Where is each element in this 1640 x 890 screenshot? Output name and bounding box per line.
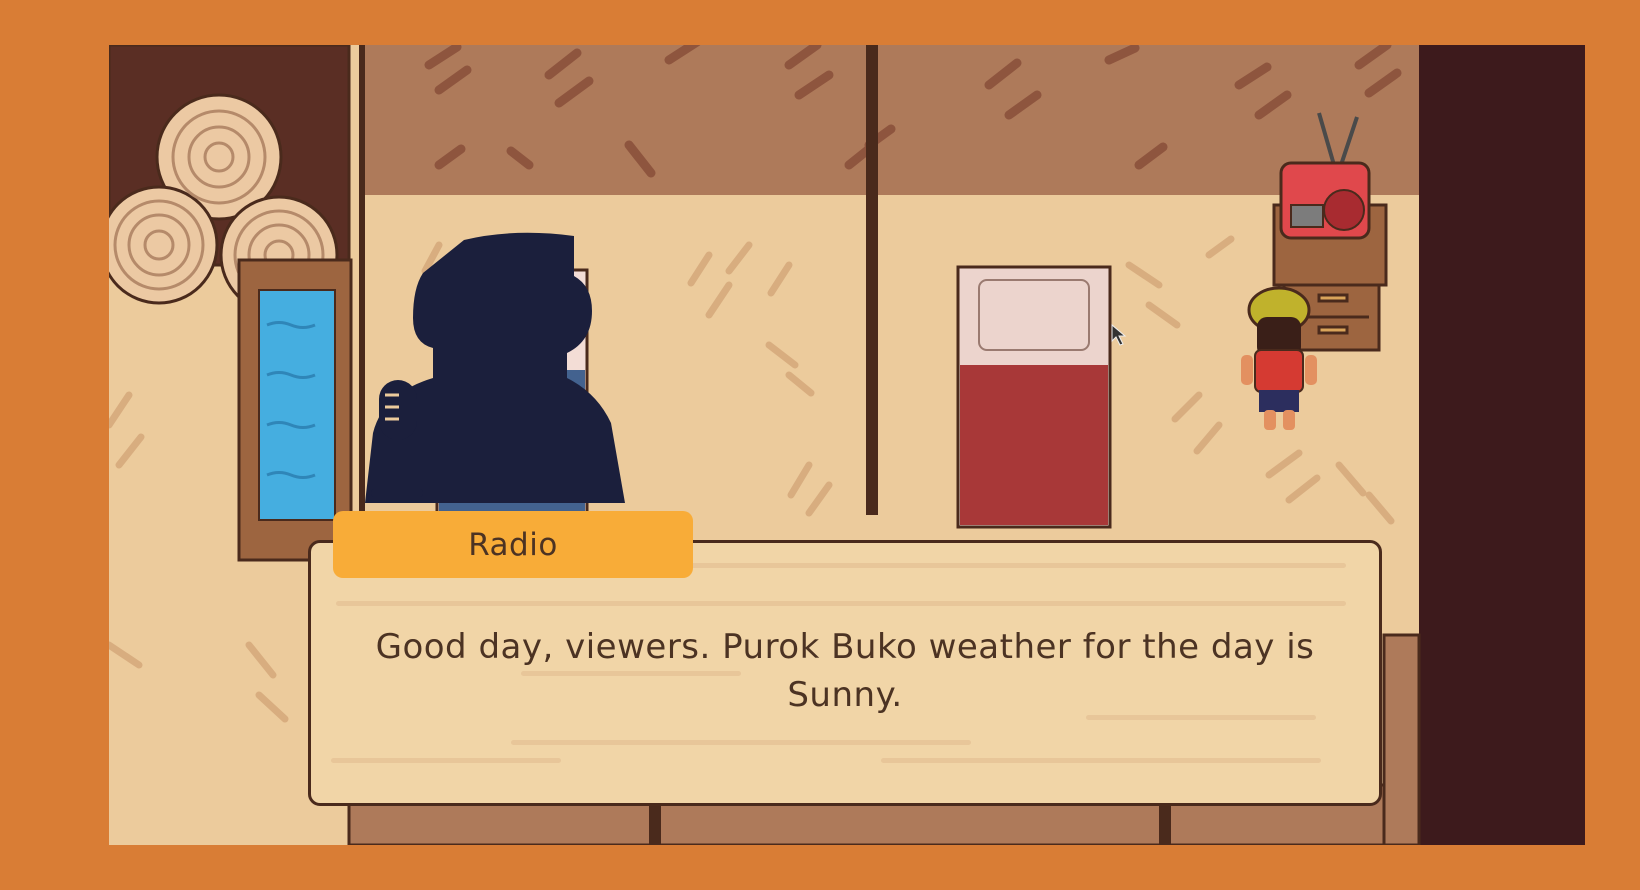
- left-wall-edge: [359, 45, 365, 515]
- game-viewport[interactable]: Good day, viewers. Purok Buko weather fo…: [109, 45, 1585, 845]
- speaker-name-tab: Radio: [333, 511, 693, 578]
- divider-wall: [866, 45, 878, 515]
- dialog-box[interactable]: Good day, viewers. Purok Buko weather fo…: [308, 540, 1382, 806]
- dialog-text: Good day, viewers. Purok Buko weather fo…: [375, 627, 1315, 715]
- right-wall-panel: [1382, 633, 1421, 845]
- bed-red: [956, 265, 1112, 529]
- speaker-name: Radio: [468, 526, 558, 563]
- game-frame: Good day, viewers. Purok Buko weather fo…: [0, 0, 1640, 890]
- dark-right-wall: [1419, 45, 1585, 845]
- back-wall: [359, 45, 1439, 195]
